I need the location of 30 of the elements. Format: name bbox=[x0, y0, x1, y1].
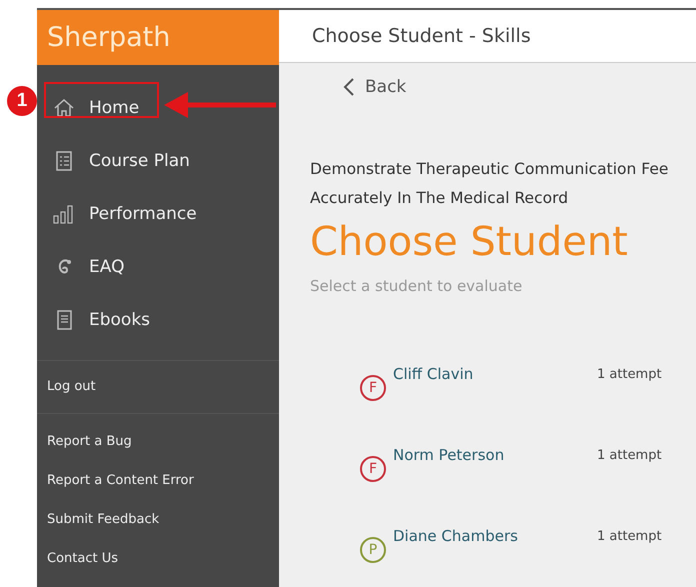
nav-item[interactable]: Course Plan bbox=[37, 134, 279, 187]
student-link[interactable]: Cliff Clavin bbox=[393, 365, 593, 383]
page-title: Choose Student - Skills bbox=[312, 25, 531, 47]
nav-item[interactable]: Ebooks bbox=[37, 293, 279, 346]
back-link[interactable]: Back bbox=[343, 77, 696, 97]
attempt-count: 1 attempt bbox=[597, 529, 662, 544]
skill-title: Accurately In The Medical Record bbox=[310, 188, 570, 209]
chevron-left-icon bbox=[343, 77, 355, 97]
attempt-count: 1 attempt bbox=[597, 448, 662, 463]
grade-badge: F bbox=[360, 456, 386, 482]
brand-logo: Sherpath bbox=[37, 10, 279, 65]
student-link[interactable]: Diane Chambers bbox=[393, 527, 593, 545]
skill-title: Demonstrate Therapeutic Communication Fee bbox=[310, 159, 670, 180]
bar-chart-icon bbox=[53, 202, 75, 224]
footer-link[interactable]: Contact Us bbox=[47, 549, 269, 569]
attempt-count: 1 attempt bbox=[597, 367, 662, 382]
subtitle: Select a student to evaluate bbox=[310, 277, 524, 295]
heading: Choose Student bbox=[310, 218, 629, 267]
grade-badge: P bbox=[360, 537, 386, 563]
footer-link[interactable]: Report a Bug bbox=[47, 432, 269, 452]
footer-link[interactable]: Submit Feedback bbox=[47, 510, 269, 530]
step-badge: 1 bbox=[7, 86, 37, 116]
nav-item[interactable]: EAQ bbox=[37, 240, 279, 293]
house-icon bbox=[53, 96, 75, 118]
nav-item[interactable]: Home bbox=[37, 81, 279, 134]
logout-link[interactable]: Log out bbox=[47, 377, 269, 397]
footer-link[interactable]: Report a Content Error bbox=[47, 471, 269, 491]
student-link[interactable]: Norm Peterson bbox=[393, 446, 593, 464]
nav-item[interactable]: Performance bbox=[37, 187, 279, 240]
grade-badge: F bbox=[360, 375, 386, 401]
